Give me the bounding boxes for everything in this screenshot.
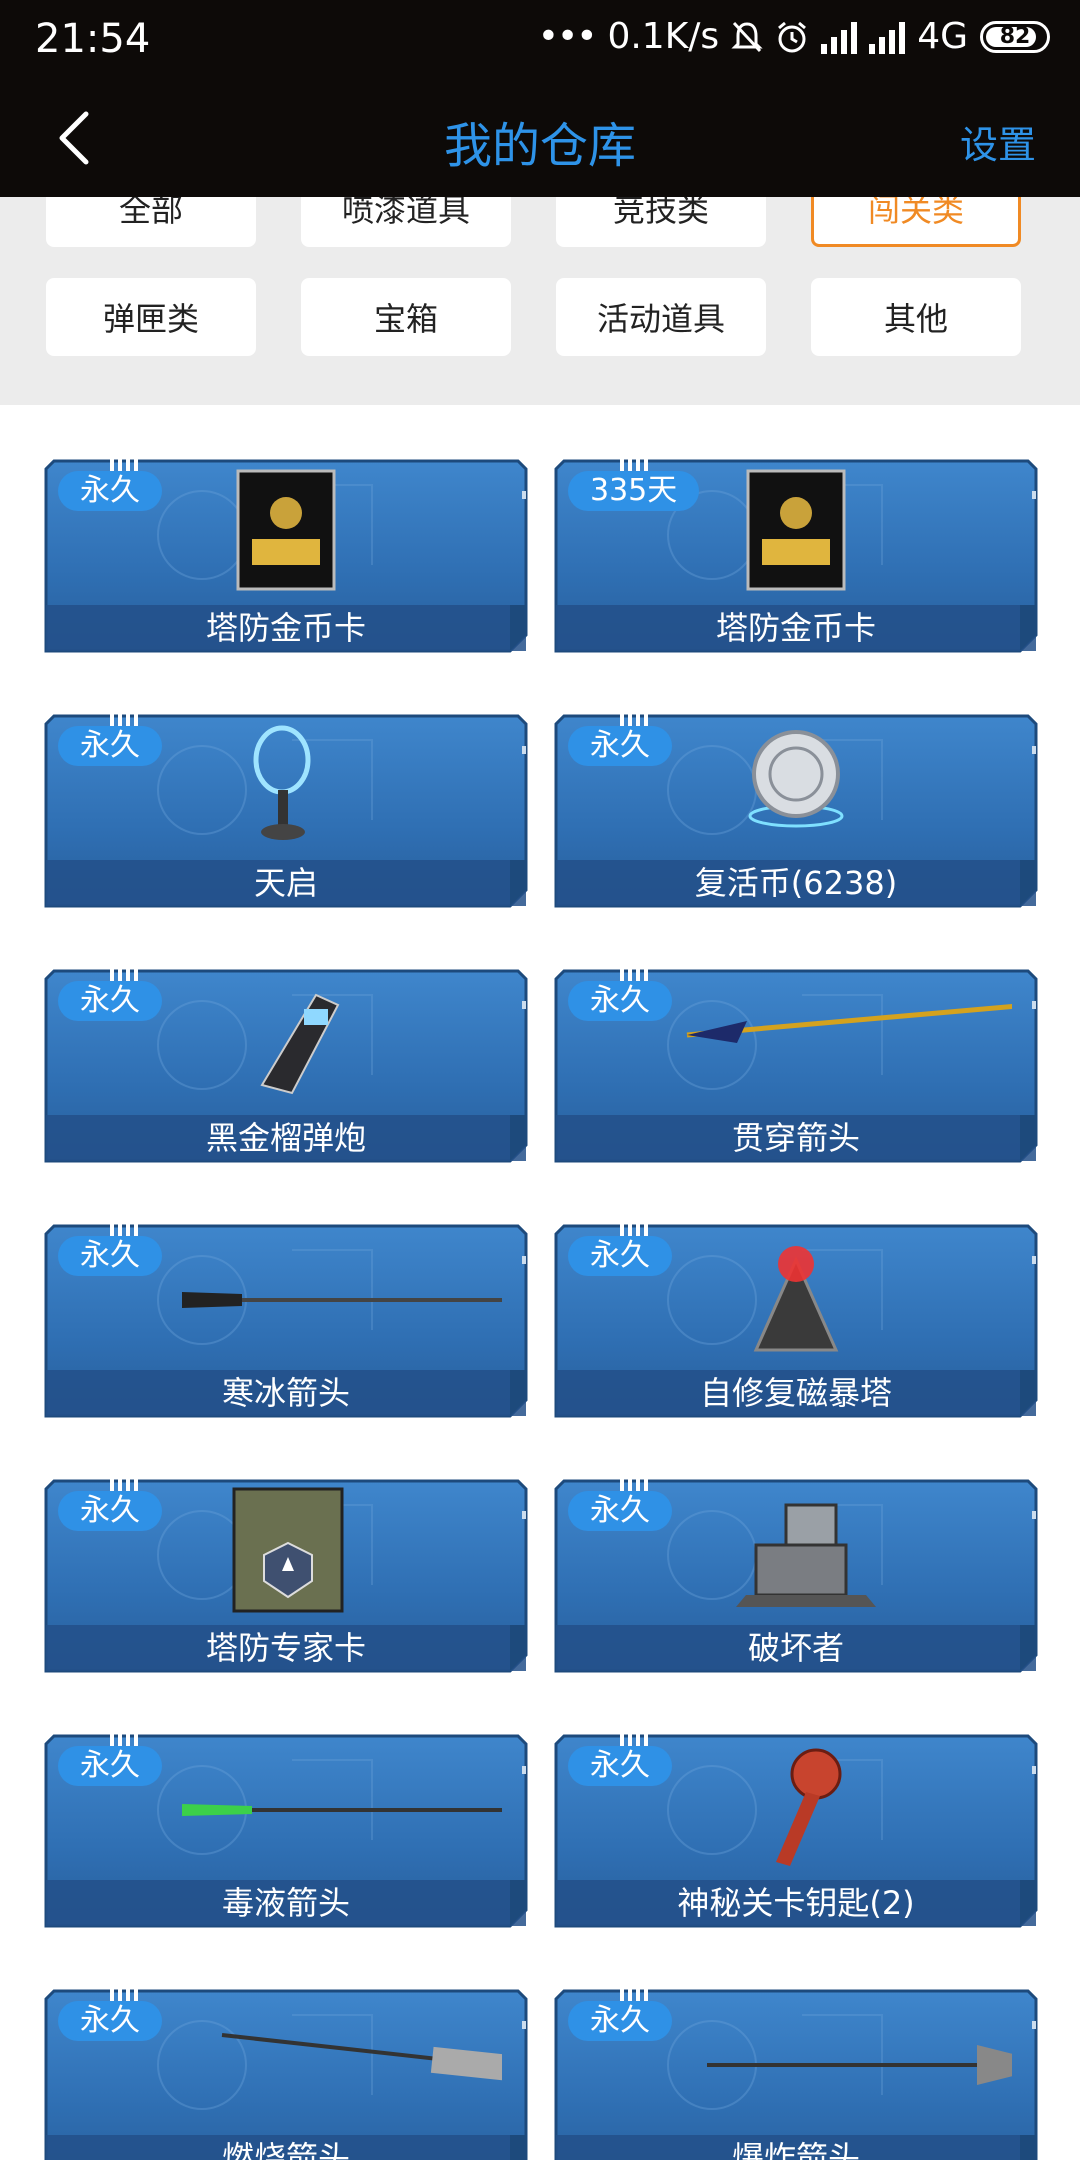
category-other[interactable]: 其他 [811,278,1021,356]
item-card[interactable]: 永久 塔防金币卡 [42,455,530,655]
item-name: 燃烧箭头 [221,2139,350,2160]
item-name: 塔防金币卡 [715,609,876,647]
mute-bell-icon [731,21,763,52]
category-filter: 全部 喷漆道具 竞技类 闯关类 弹匣类 宝箱 活动道具 其他 [0,197,1080,405]
item-name: 自修复磁暴塔 [699,1374,892,1412]
mystery-key-icon [776,1748,842,1866]
grenade-launcher-icon [260,993,340,1095]
signal-icon [821,20,858,54]
duration-badge: 永久 [568,1236,672,1276]
item-card[interactable]: 永久 燃烧箭头 [42,1985,530,2160]
status-bar: 21:54 ••• 0.1K/s 4G 82 [0,0,1080,80]
item-name: 爆炸箭头 [731,2139,860,2160]
item-name: 塔防专家卡 [205,1629,366,1667]
item-name: 毒液箭头 [221,1884,350,1922]
item-name: 天启 [253,864,318,902]
category-spray[interactable]: 喷漆道具 [301,197,511,247]
battery-level: 82 [999,24,1031,49]
signal-icon-2 [869,20,906,54]
top-bar: 21:54 ••• 0.1K/s 4G 82 我的仓库 设置 [0,0,1080,197]
item-card[interactable]: 永久 贯穿箭头 [552,965,1040,1165]
gold-coin-card-icon [236,469,336,591]
item-card[interactable]: 永久 塔防专家卡 [42,1475,530,1675]
gold-coin-card-icon [746,469,846,591]
item-name: 黑金榴弹炮 [205,1119,366,1157]
category-magazine[interactable]: 弹匣类 [46,278,256,356]
page-title: 我的仓库 [443,118,636,174]
network-type: 4G [917,16,968,57]
duration-badge: 永久 [568,1746,672,1786]
status-icons: ••• 0.1K/s 4G 82 [538,16,1050,57]
duration-badge: 永久 [568,2001,672,2041]
duration-badge: 永久 [58,2001,162,2041]
item-card[interactable]: 永久 寒冰箭头 [42,1220,530,1420]
category-stage[interactable]: 闯关类 [811,197,1021,247]
item-grid: 永久 塔防金币卡 335天 塔防金币卡 永久 天启 永久 复活币(6238) 永… [0,405,1080,2160]
duration-badge: 永久 [58,471,162,511]
item-name: 寒冰箭头 [221,1374,350,1412]
category-all[interactable]: 全部 [46,197,256,247]
item-name: 塔防金币卡 [205,609,366,647]
category-competitive[interactable]: 竞技类 [556,197,766,247]
status-time: 21:54 [35,16,151,62]
item-name: 神秘关卡钥匙(2) [677,1884,915,1922]
duration-badge: 永久 [568,726,672,766]
revive-coin-icon [748,730,844,828]
duration-badge: 永久 [58,981,162,1021]
category-event[interactable]: 活动道具 [556,278,766,356]
duration-badge: 永久 [568,1491,672,1531]
app-header: 我的仓库 设置 [0,80,1080,197]
item-card[interactable]: 永久 毒液箭头 [42,1730,530,1930]
battery-icon: 82 [980,20,1050,53]
settings-button[interactable]: 设置 [960,114,1036,169]
tesla-tower-icon [753,1246,839,1352]
duration-badge: 永久 [58,1236,162,1276]
item-card[interactable]: 永久 爆炸箭头 [552,1985,1040,2160]
alarm-icon [778,21,807,52]
duration-badge: 永久 [568,981,672,1021]
item-card[interactable]: 永久 黑金榴弹炮 [42,965,530,1165]
expert-card-icon [232,1487,344,1613]
item-name: 破坏者 [747,1629,844,1667]
item-card[interactable]: 永久 天启 [42,710,530,910]
apocalypse-tower-icon [253,725,311,840]
item-card[interactable]: 永久 破坏者 [552,1475,1040,1675]
item-name: 贯穿箭头 [731,1119,860,1157]
duration-badge: 永久 [58,1491,162,1531]
duration-badge: 335天 [568,471,700,511]
destroyer-turret-icon [736,1503,876,1607]
item-card[interactable]: 永久 复活币(6238) [552,710,1040,910]
item-name: 复活币(6238) [694,864,898,902]
more-dots-icon: ••• [537,16,598,57]
duration-badge: 永久 [58,1746,162,1786]
duration-badge: 永久 [58,726,162,766]
net-speed: 0.1K/s [607,16,720,57]
item-card[interactable]: 永久 自修复磁暴塔 [552,1220,1040,1420]
item-card[interactable]: 335天 塔防金币卡 [552,455,1040,655]
category-chest[interactable]: 宝箱 [301,278,511,356]
item-card[interactable]: 永久 神秘关卡钥匙(2) [552,1730,1040,1930]
